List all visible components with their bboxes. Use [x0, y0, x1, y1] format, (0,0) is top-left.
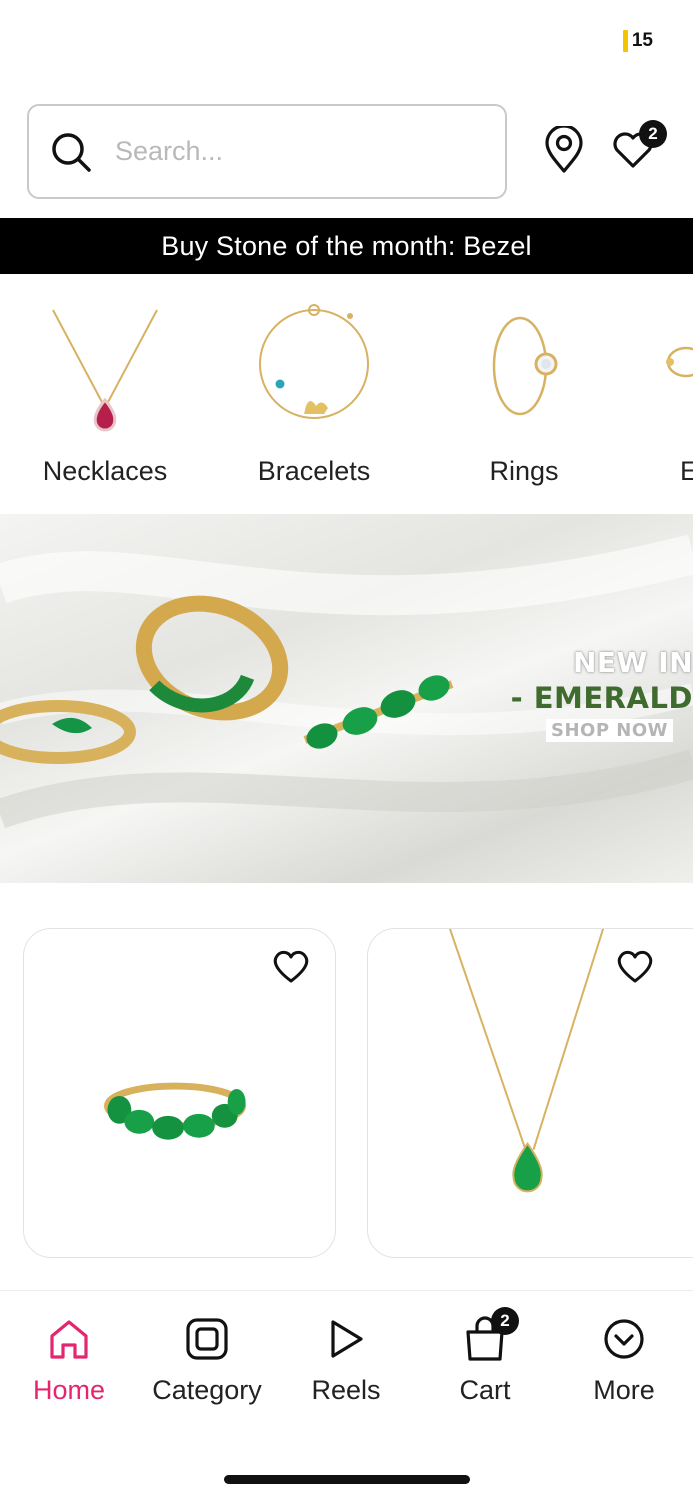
nav-label: Reels	[311, 1375, 381, 1405]
home-icon	[50, 1320, 88, 1359]
category-label: Bracelets	[257, 456, 371, 486]
announcement-bar[interactable]: Buy Stone of the month: Bezel	[0, 218, 693, 274]
status-bar: 15	[622, 30, 653, 52]
wishlist-button[interactable]: 2	[609, 120, 667, 176]
necklace-image	[52, 309, 158, 432]
category-bracelets[interactable]: Bracelets	[219, 296, 409, 487]
nav-more[interactable]: More	[555, 1315, 693, 1406]
nav-label: More	[593, 1375, 655, 1405]
announcement-text: Buy Stone of the month: Bezel	[161, 230, 532, 261]
earring-image	[666, 346, 693, 378]
nav-cart[interactable]: 2 Cart	[416, 1307, 554, 1406]
banner-title: NEW IN	[572, 646, 693, 679]
category-partial[interactable]: E	[640, 296, 693, 487]
wishlist-heart-icon[interactable]	[271, 947, 311, 987]
category-icon	[186, 1318, 228, 1360]
nav-home[interactable]: Home	[0, 1315, 138, 1406]
category-label: E	[680, 456, 693, 486]
product-card[interactable]	[23, 928, 336, 1258]
nav-label: Home	[32, 1375, 106, 1405]
nav-category[interactable]: Category	[138, 1315, 276, 1406]
battery-icon	[622, 30, 628, 52]
chevron-circle-icon	[604, 1319, 644, 1359]
cart-count-badge: 2	[491, 1307, 519, 1335]
category-necklaces[interactable]: Necklaces	[10, 296, 200, 487]
shop-now-button[interactable]: SHOP NOW	[545, 719, 673, 742]
product-card[interactable]	[367, 928, 693, 1258]
bracelet-image	[259, 304, 369, 419]
location-pin-icon	[545, 126, 583, 173]
play-icon	[331, 1320, 363, 1358]
nav-label: Category	[152, 1375, 262, 1405]
nav-label: Cart	[459, 1375, 511, 1405]
ring-image	[492, 316, 558, 416]
battery-level: 15	[631, 30, 653, 51]
bottom-nav: Home Category Reels 2 Cart More	[0, 1290, 693, 1500]
banner-text: NEW IN - EMERALD SHOP NOW	[511, 646, 693, 742]
search-icon	[52, 132, 91, 172]
category-rings[interactable]: Rings	[429, 296, 619, 487]
category-label: Rings	[489, 456, 559, 486]
search-placeholder: Search...	[115, 136, 224, 166]
category-label: Necklaces	[42, 456, 168, 486]
search-input[interactable]: Search...	[27, 104, 507, 199]
promo-banner[interactable]: NEW IN - EMERALD SHOP NOW	[0, 514, 693, 883]
location-button[interactable]	[540, 124, 588, 176]
nav-reels[interactable]: Reels	[277, 1315, 415, 1406]
wishlist-heart-icon[interactable]	[615, 947, 655, 987]
home-indicator[interactable]	[224, 1475, 470, 1484]
wishlist-count-badge: 2	[639, 120, 667, 148]
banner-subtitle: - EMERALD	[510, 681, 693, 715]
